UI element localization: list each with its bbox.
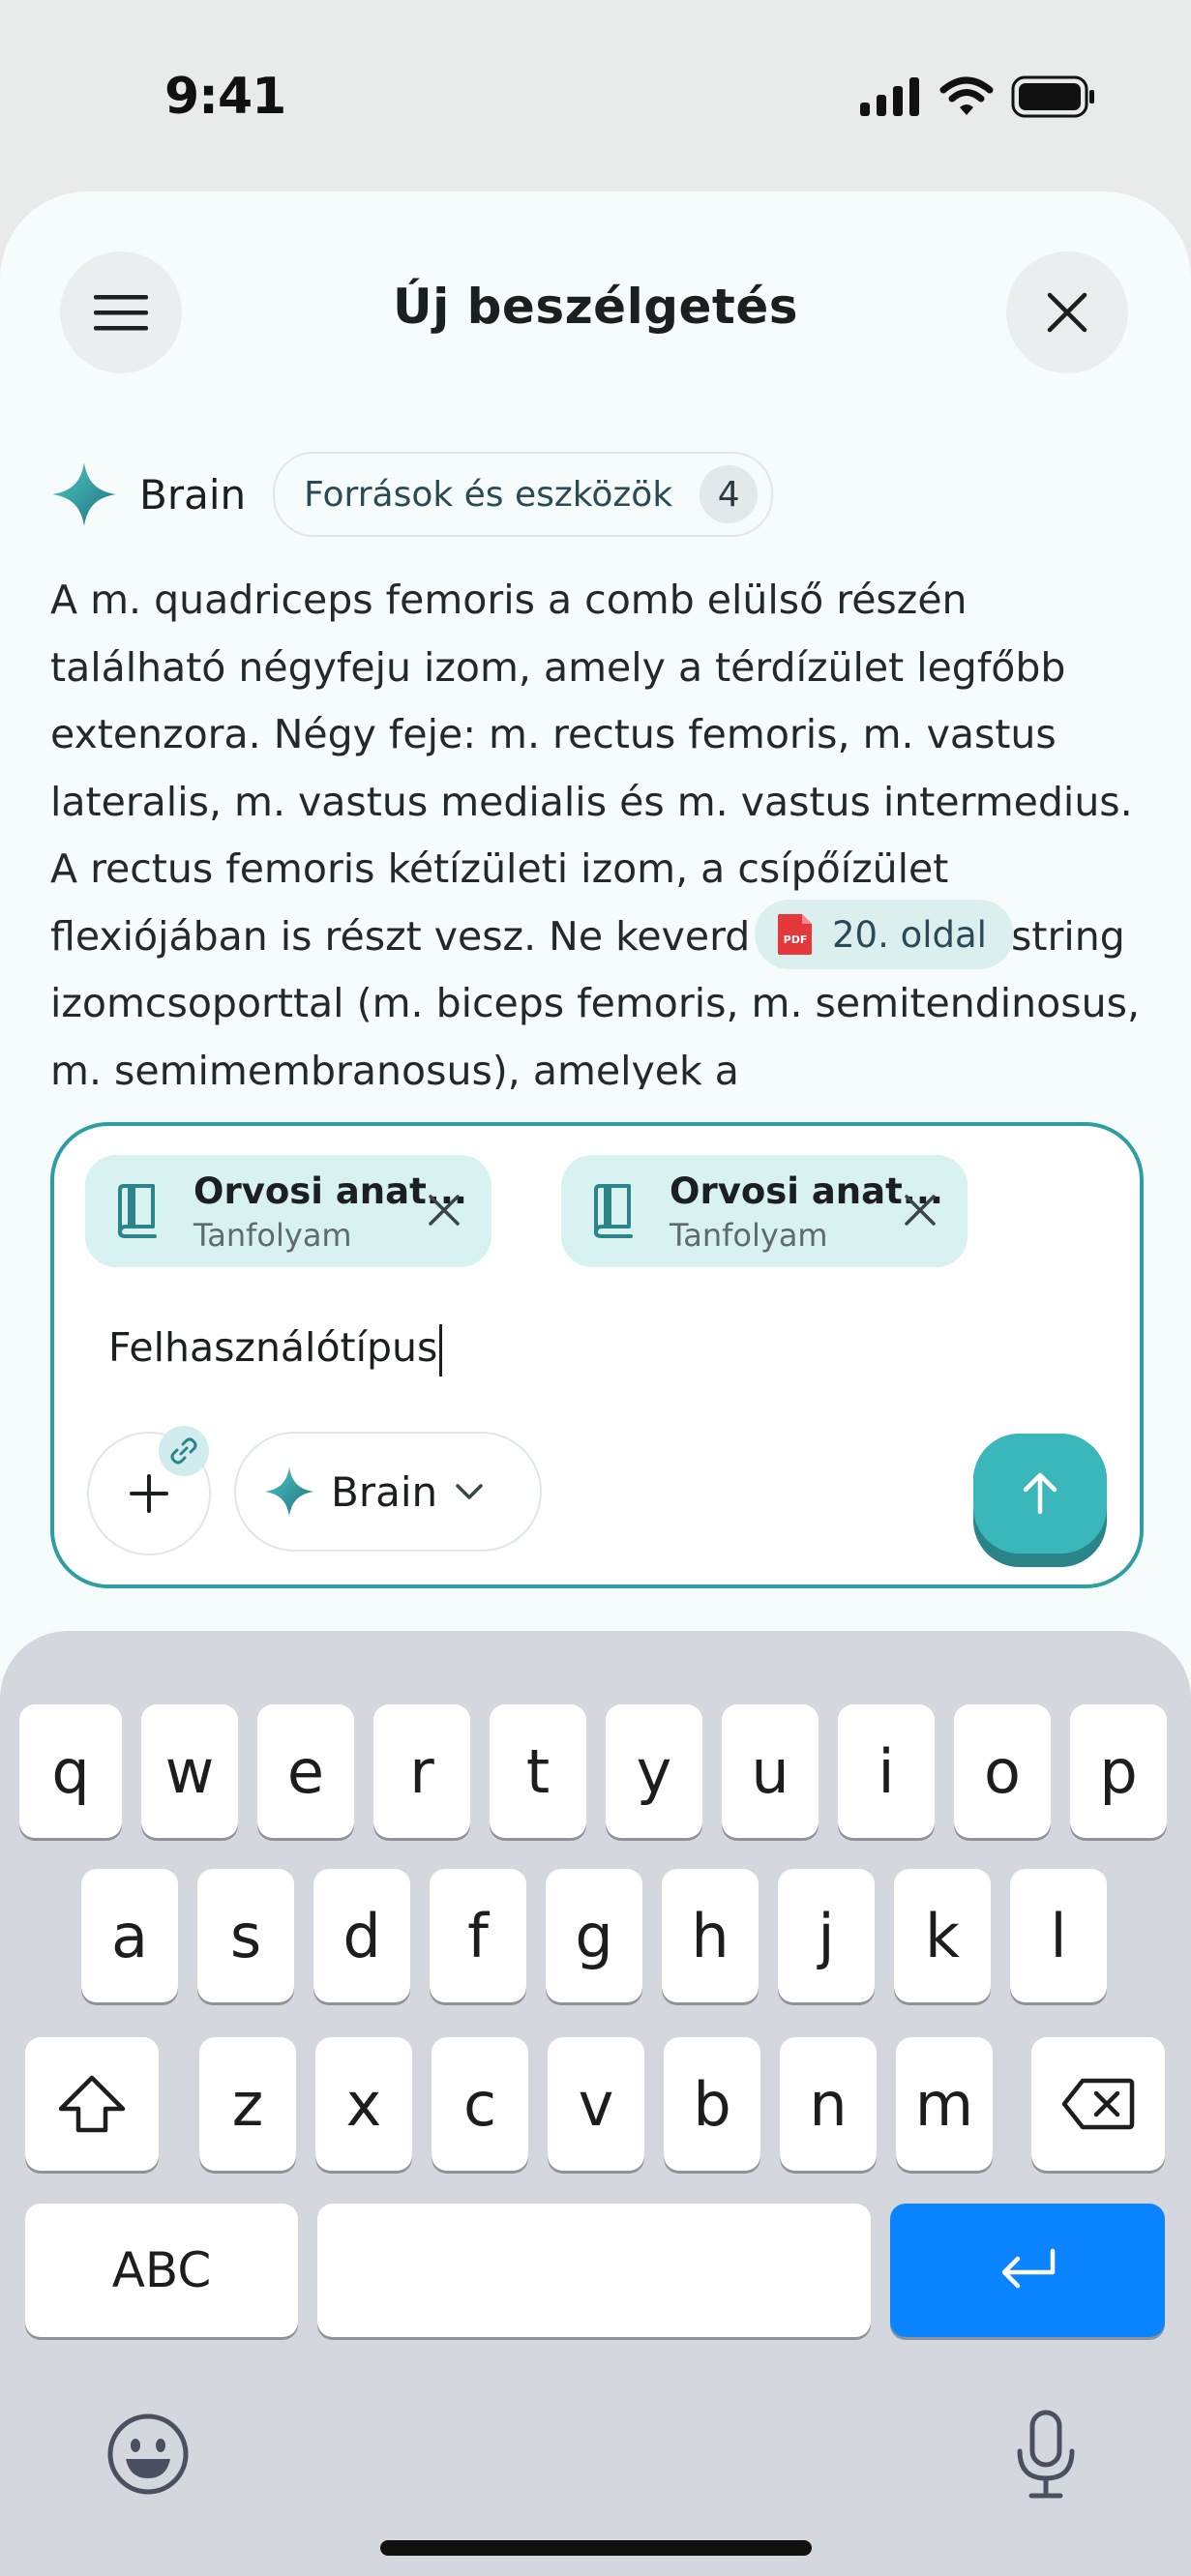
- chevron-down-icon: [456, 1484, 483, 1499]
- battery-icon: [1011, 75, 1094, 118]
- backspace-key[interactable]: [1031, 2037, 1165, 2171]
- key-c[interactable]: c: [432, 2037, 528, 2171]
- citation-label: 20. oldal: [832, 913, 987, 956]
- cellular-signal-icon: [860, 77, 919, 116]
- sparkle-icon: [264, 1466, 314, 1517]
- sources-count-badge: 4: [700, 465, 759, 523]
- space-key[interactable]: [317, 2204, 871, 2337]
- close-icon: [1047, 292, 1087, 333]
- attachment-chip[interactable]: Orvosi anat... Tanfolyam: [85, 1155, 491, 1267]
- wifi-icon: [939, 76, 994, 115]
- key-n[interactable]: n: [780, 2037, 877, 2171]
- key-y[interactable]: y: [606, 1704, 702, 1838]
- sparkle-icon: [52, 462, 116, 526]
- remove-attachment-icon[interactable]: [426, 1192, 462, 1229]
- key-w[interactable]: w: [141, 1704, 238, 1838]
- key-g[interactable]: g: [546, 1869, 642, 2002]
- key-e[interactable]: e: [257, 1704, 354, 1838]
- assistant-row: Brain Források és eszközök 4: [50, 451, 774, 538]
- book-icon: [118, 1184, 157, 1238]
- key-r[interactable]: r: [373, 1704, 470, 1838]
- link-icon: [170, 1437, 197, 1465]
- abc-key[interactable]: ABC: [25, 2204, 298, 2337]
- plus-icon: [130, 1474, 168, 1513]
- close-button[interactable]: [1006, 252, 1128, 373]
- key-f[interactable]: f: [430, 1869, 526, 2002]
- sources-and-tools-button[interactable]: Források és eszközök 4: [273, 452, 774, 537]
- emoji-icon[interactable]: [106, 2413, 190, 2496]
- key-k[interactable]: k: [894, 1869, 991, 2002]
- key-p[interactable]: p: [1070, 1704, 1167, 1838]
- citation-chip[interactable]: PDF 20. oldal: [755, 900, 1014, 969]
- key-t[interactable]: t: [490, 1704, 586, 1838]
- shift-key[interactable]: [25, 2037, 159, 2171]
- key-h[interactable]: h: [662, 1869, 759, 2002]
- attachment-subtitle: Tanfolyam: [194, 1217, 352, 1254]
- message-composer: Orvosi anat... Tanfolyam Orvosi anat... …: [50, 1122, 1144, 1588]
- return-key[interactable]: [890, 2204, 1165, 2337]
- key-m[interactable]: m: [896, 2037, 993, 2171]
- assistant-name: Brain: [139, 470, 247, 518]
- svg-text:PDF: PDF: [784, 933, 808, 946]
- status-icons: [860, 75, 1096, 118]
- send-button-face: [973, 1434, 1107, 1554]
- key-o[interactable]: o: [954, 1704, 1051, 1838]
- backspace-icon: [1061, 2078, 1135, 2130]
- remove-attachment-icon[interactable]: [902, 1192, 938, 1229]
- key-x[interactable]: x: [315, 2037, 412, 2171]
- arrow-up-icon: [1023, 1472, 1057, 1515]
- on-screen-keyboard: q w e r t y u i o p a s d f g h j k l z …: [0, 1631, 1191, 2576]
- microphone-icon[interactable]: [1014, 2409, 1078, 2502]
- model-selector[interactable]: Brain: [234, 1432, 542, 1552]
- key-j[interactable]: j: [778, 1869, 875, 2002]
- key-v[interactable]: v: [548, 2037, 644, 2171]
- key-l[interactable]: l: [1010, 1869, 1107, 2002]
- sources-label: Források és eszközök: [304, 474, 673, 515]
- attachment-chip[interactable]: Orvosi anat... Tanfolyam: [561, 1155, 968, 1267]
- message-input-value: Felhasználótípus: [108, 1324, 438, 1371]
- key-d[interactable]: d: [313, 1869, 410, 2002]
- key-q[interactable]: q: [19, 1704, 122, 1838]
- shift-icon: [58, 2075, 126, 2133]
- key-s[interactable]: s: [197, 1869, 294, 2002]
- assistant-response: A m. quadriceps femoris a comb elülső ré…: [50, 577, 1140, 1089]
- key-a[interactable]: a: [81, 1869, 178, 2002]
- send-button[interactable]: [973, 1434, 1107, 1567]
- key-i[interactable]: i: [838, 1704, 935, 1838]
- return-icon: [1001, 2248, 1056, 2289]
- link-badge: [159, 1426, 209, 1476]
- pdf-icon: PDF: [778, 914, 812, 955]
- model-name: Brain: [331, 1467, 438, 1516]
- home-indicator: [380, 2540, 812, 2556]
- key-b[interactable]: b: [664, 2037, 760, 2171]
- attachment-subtitle: Tanfolyam: [670, 1217, 828, 1254]
- book-icon: [594, 1184, 633, 1238]
- message-input[interactable]: Felhasználótípus: [108, 1324, 443, 1377]
- key-u[interactable]: u: [722, 1704, 819, 1838]
- status-time: 9:41: [164, 68, 286, 126]
- key-z[interactable]: z: [199, 2037, 296, 2171]
- text-caret: [439, 1324, 443, 1377]
